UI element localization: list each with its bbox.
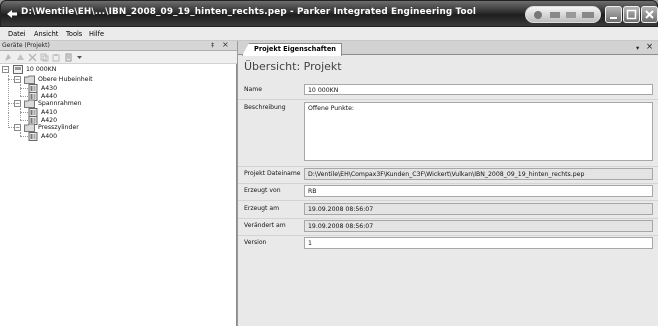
devices-toolbar — [0, 51, 237, 64]
collapse-icon[interactable]: − — [14, 100, 21, 107]
name-field[interactable]: 10 000KN — [304, 84, 653, 95]
dropdown-arrow-icon[interactable] — [75, 53, 84, 62]
tree-connector — [20, 112, 28, 113]
tree-connector — [20, 108, 21, 120]
veraendert-am-field: 19.09.2008 08:56:07 — [304, 220, 653, 232]
devices-panel: Geräte (Projekt) ‡ × − 10 000KN − Obere … — [0, 40, 237, 326]
project-properties-form: Übersicht: Projekt Name 10 000KN Beschre… — [238, 56, 658, 326]
folder-icon — [24, 123, 35, 132]
properties-icon[interactable] — [64, 53, 73, 62]
divider — [238, 166, 658, 167]
folder-icon — [24, 75, 35, 84]
tree-device-label: A430 — [41, 85, 58, 92]
tree-group-label: Obere Hubeinheit — [38, 76, 93, 83]
dateiname-field: D:\Ventile\EH\Compax3F\Kunden_C3F\Wicker… — [304, 168, 653, 180]
erzeugt-am-field: 19.09.2008 08:56:07 — [304, 203, 653, 215]
menu-ansicht[interactable]: Ansicht — [34, 30, 58, 38]
pin-icon[interactable]: ‡ — [211, 41, 214, 49]
tree-connector — [8, 113, 9, 128]
tree-root-label: 10 000KN — [26, 66, 57, 73]
tab-close-icon[interactable]: × — [646, 42, 653, 52]
minimize-button[interactable] — [605, 6, 622, 23]
collapse-icon[interactable]: − — [14, 124, 21, 131]
tree-connector — [20, 88, 28, 89]
tree-device-label: A400 — [41, 133, 58, 140]
tree-connector — [20, 96, 28, 97]
tree-group[interactable]: − Presszylinder — [14, 123, 134, 132]
app-icon — [7, 10, 17, 18]
copy-icon[interactable] — [40, 53, 49, 62]
divider — [238, 99, 658, 100]
collapse-icon[interactable]: − — [2, 66, 9, 73]
tree-device-label: A410 — [41, 109, 58, 116]
minimize-icon — [610, 17, 617, 19]
erzeugt-am-label: Erzeugt am — [244, 205, 280, 212]
tree-root[interactable]: − 10 000KN — [2, 65, 82, 74]
tab-label: Projekt Eigenschaften — [254, 45, 336, 53]
devices-panel-header: Geräte (Projekt) ‡ × — [0, 40, 237, 51]
tab-list-icon[interactable]: ▾ — [636, 44, 639, 52]
dateiname-label: Projekt Dateiname — [244, 170, 301, 177]
version-field[interactable]: 1 — [304, 237, 653, 249]
version-label: Version — [244, 239, 267, 246]
tree-connector — [20, 136, 28, 137]
maximize-icon — [626, 9, 637, 20]
delete-icon[interactable] — [28, 53, 37, 62]
close-button[interactable] — [641, 6, 658, 23]
tree-group-label: Spannrahmen — [38, 100, 82, 107]
maximize-button[interactable] — [623, 6, 640, 23]
erzeugt-von-field[interactable]: RB — [304, 185, 653, 197]
divider — [238, 200, 658, 201]
folder-icon — [24, 99, 35, 108]
collapse-icon[interactable]: − — [14, 76, 21, 83]
tree-group-label: Presszylinder — [38, 124, 79, 131]
form-title: Übersicht: Projekt — [244, 60, 342, 73]
move-up-icon[interactable] — [16, 53, 25, 62]
name-label: Name — [244, 86, 262, 93]
close-icon — [645, 10, 654, 19]
divider — [238, 235, 658, 236]
menu-tools[interactable]: Tools — [66, 30, 82, 38]
tree-device[interactable]: A400 — [28, 132, 88, 141]
tree-group[interactable]: − Obere Hubeinheit — [14, 75, 134, 84]
devices-panel-title: Geräte (Projekt) — [2, 42, 50, 49]
help-search-pill[interactable] — [525, 6, 601, 23]
panel-close-icon[interactable]: × — [222, 40, 229, 49]
beschreibung-field[interactable]: Offene Punkte: — [304, 102, 653, 161]
paste-icon[interactable] — [52, 53, 61, 62]
tree-connector — [20, 84, 21, 96]
device-icon — [28, 132, 38, 141]
erzeugt-von-label: Erzeugt von — [244, 187, 281, 194]
divider — [238, 183, 658, 184]
beschreibung-label: Beschreibung — [244, 104, 286, 111]
veraendert-am-label: Verändert am — [244, 222, 286, 229]
tree-group[interactable]: − Spannrahmen — [14, 99, 134, 108]
project-icon — [13, 65, 23, 74]
title-bar[interactable]: D:\Wentile\EH\...\IBN_2008_09_19_hinten_… — [0, 0, 658, 27]
menu-bar: Datei Ansicht Tools Hilfe — [0, 27, 658, 41]
properties-panel: Projekt Eigenschaften ▾ × Übersicht: Pro… — [238, 41, 658, 326]
document-tabstrip: Projekt Eigenschaften ▾ × — [238, 41, 658, 56]
tree-connector — [8, 75, 9, 113]
menu-hilfe[interactable]: Hilfe — [89, 30, 104, 38]
pill-icons — [534, 11, 594, 19]
device-tree: − 10 000KN − Obere Hubeinheit A430 A440 … — [0, 65, 237, 325]
new-device-icon[interactable] — [4, 53, 13, 62]
tree-connector — [20, 120, 28, 121]
menu-datei[interactable]: Datei — [8, 30, 26, 38]
window-title: D:\Wentile\EH\...\IBN_2008_09_19_hinten_… — [21, 7, 477, 17]
divider — [238, 218, 658, 219]
